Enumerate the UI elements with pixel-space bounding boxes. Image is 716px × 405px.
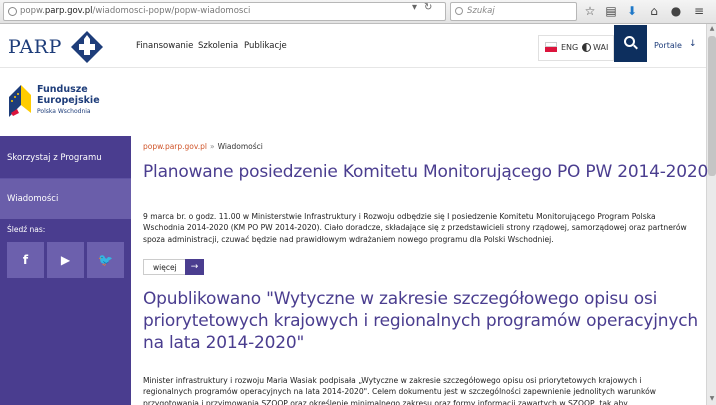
browser-search-input[interactable]: Szukaj xyxy=(450,2,577,21)
dropdown-arrow-icon[interactable]: ▾ xyxy=(412,2,417,13)
nav-publikacje[interactable]: Publikacje xyxy=(244,41,287,51)
breadcrumb: popw.parp.gov.pl» Wiadomości xyxy=(143,142,263,151)
scroll-down-icon[interactable]: ▼ xyxy=(708,395,716,403)
post-body: Minister infrastruktury i rozwoju Maria … xyxy=(143,376,656,405)
menu-icon[interactable]: ≡ xyxy=(692,4,706,18)
follow-label: Śledź nas: xyxy=(7,225,46,234)
banner-line2: Europejskie xyxy=(37,95,100,106)
post-body: 9 marca br. o godz. 11.00 w Ministerstwi… xyxy=(143,212,687,244)
reload-icon[interactable]: ↻ xyxy=(424,2,432,13)
search-icon xyxy=(455,7,463,15)
star-icon[interactable]: ☆ xyxy=(583,4,597,18)
banner-line3: Polska Wschodnia xyxy=(37,108,91,115)
lang-eng-link[interactable]: ENG xyxy=(561,43,578,52)
breadcrumb-separator: » xyxy=(209,142,215,151)
sidebar: Skorzystaj z Programu Wiadomości Śledź n… xyxy=(0,136,131,405)
home-icon[interactable]: ⌂ xyxy=(647,4,661,18)
address-bar[interactable]: popw.parp.gov.pl/wiadomosci-popw/popw-wi… xyxy=(3,2,446,21)
globe-icon xyxy=(8,7,17,16)
url-domain: parp.gov.pl xyxy=(44,6,93,16)
site-search-button[interactable] xyxy=(614,25,647,62)
url-prefix: popw. xyxy=(20,6,45,16)
language-switcher: ENG WAI xyxy=(538,35,614,61)
breadcrumb-home[interactable]: popw.parp.gov.pl xyxy=(143,142,207,151)
sidebar-item-wiadomosci[interactable]: Wiadomości xyxy=(0,179,131,219)
portale-menu[interactable]: Portale xyxy=(654,41,682,50)
fundusze-europejskie-logo-icon[interactable] xyxy=(7,83,33,117)
breadcrumb-current: Wiadomości xyxy=(217,142,263,151)
url-path: /wiadomosci-popw/popw-wiadomosci xyxy=(92,6,251,16)
scrollbar[interactable]: ▲ ▼ xyxy=(706,24,716,405)
browser-toolbar: popw.parp.gov.pl/wiadomosci-popw/popw-wi… xyxy=(0,0,716,24)
english-flag-icon[interactable] xyxy=(545,42,557,52)
post-title[interactable]: Opublikowano "Wytyczne w zakresie szczeg… xyxy=(143,288,698,354)
clipboard-icon[interactable]: ▤ xyxy=(604,4,618,18)
parp-logo-icon xyxy=(71,31,103,63)
nav-szkolenia[interactable]: Szkolenia xyxy=(198,41,238,51)
post-title[interactable]: Planowane posiedzenie Komitetu Monitoruj… xyxy=(143,162,708,182)
facebook-icon[interactable]: f xyxy=(7,242,44,278)
scroll-up-icon[interactable]: ▲ xyxy=(708,25,716,33)
nav-finansowanie[interactable]: Finansowanie xyxy=(136,41,193,51)
download-icon[interactable]: ⬇ xyxy=(625,4,639,18)
arrow-right-icon: → xyxy=(185,259,204,275)
parp-logo-text[interactable]: PARP xyxy=(8,36,62,58)
wai-link[interactable]: WAI xyxy=(593,43,608,52)
page: popw.parp.gov.pl/wiadomosci-popw/popw-wi… xyxy=(0,0,716,405)
more-label: więcej xyxy=(153,263,177,272)
main-content: popw.parp.gov.pl» Wiadomości Planowane po… xyxy=(143,136,708,405)
contrast-icon[interactable] xyxy=(582,43,591,52)
more-button[interactable]: więcej → xyxy=(143,259,204,275)
site-header: PARP Finansowanie Szkolenia Publikacje E… xyxy=(0,25,706,68)
banner-line1: Fundusze xyxy=(37,84,88,95)
scroll-thumb[interactable] xyxy=(708,36,716,176)
fundusze-banner: Fundusze Europejskie Polska Wschodnia xyxy=(0,69,706,135)
twitter-icon[interactable]: 🐦 xyxy=(87,242,124,278)
youtube-icon[interactable]: ▶ xyxy=(47,242,84,278)
arrow-down-icon[interactable]: ↓ xyxy=(689,39,697,49)
sidebar-item-skorzystaj[interactable]: Skorzystaj z Programu xyxy=(0,138,131,178)
browser-search-placeholder: Szukaj xyxy=(467,6,495,16)
chat-icon[interactable]: ● xyxy=(669,4,683,18)
